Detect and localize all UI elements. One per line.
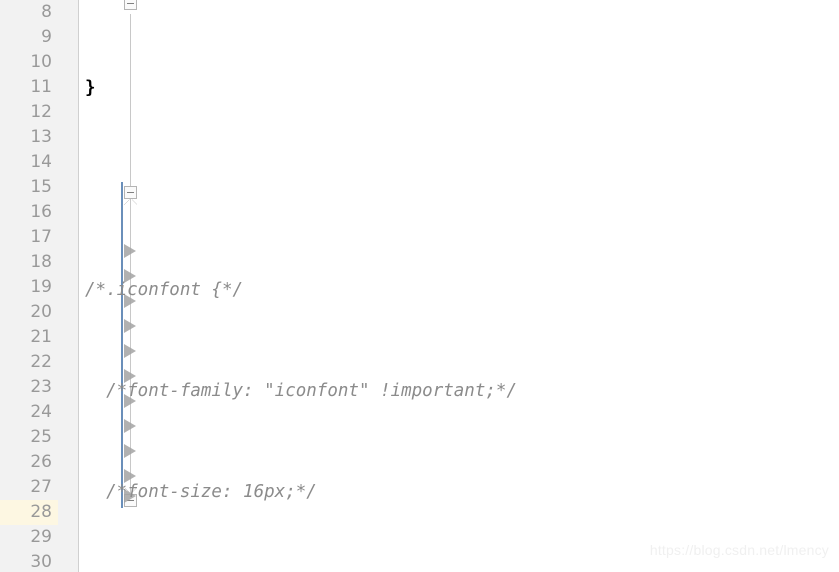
code-line[interactable]: /*font-size: 16px;*/ <box>79 480 839 505</box>
line-number: 9 <box>41 27 52 47</box>
code-token-comment: /*font-size: 16px;*/ <box>106 482 317 502</box>
line-number-column: 8 9 10 11 12 13 14 15 16 17 18 19 20 21 … <box>0 0 58 572</box>
code-editor[interactable]: 8 9 10 11 12 13 14 15 16 17 18 19 20 21 … <box>0 0 839 572</box>
code-token-comment: /*.iconfont {*/ <box>85 280 244 300</box>
line-number: 29 <box>30 527 52 547</box>
line-number: 13 <box>30 127 52 147</box>
line-number: 8 <box>41 2 52 22</box>
line-number: 22 <box>30 352 52 372</box>
line-number: 11 <box>30 77 52 97</box>
line-number: 16 <box>30 202 52 222</box>
line-number: 18 <box>30 252 52 272</box>
line-number: 14 <box>30 152 52 172</box>
code-token-brace: } <box>85 78 96 98</box>
line-number: 21 <box>30 327 52 347</box>
line-number: 10 <box>30 52 52 72</box>
line-number: 30 <box>30 552 52 572</box>
code-line[interactable]: } <box>79 76 839 101</box>
fold-column[interactable] <box>58 0 137 572</box>
line-number: 15 <box>30 177 52 197</box>
line-number: 24 <box>30 402 52 422</box>
line-number: 19 <box>30 277 52 297</box>
line-number: 27 <box>30 477 52 497</box>
line-number: 20 <box>30 302 52 322</box>
editor-gutter[interactable]: 8 9 10 11 12 13 14 15 16 17 18 19 20 21 … <box>0 0 137 572</box>
code-line[interactable]: /*font-family: "iconfont" !important;*/ <box>79 379 839 404</box>
line-number-current: 28 <box>0 500 58 525</box>
line-number: 23 <box>30 377 52 397</box>
code-line[interactable]: /*.iconfont {*/ <box>79 278 839 303</box>
code-token-comment: /*font-family: "iconfont" !important;*/ <box>106 381 517 401</box>
code-line[interactable] <box>79 177 839 202</box>
line-number: 17 <box>30 227 52 247</box>
line-number: 12 <box>30 102 52 122</box>
line-number: 26 <box>30 452 52 472</box>
code-content-area[interactable]: } /*.iconfont {*/ /*font-family: "iconfo… <box>79 0 839 572</box>
watermark-text: https://blog.csdn.net/lmency <box>649 542 829 558</box>
line-number: 25 <box>30 427 52 447</box>
